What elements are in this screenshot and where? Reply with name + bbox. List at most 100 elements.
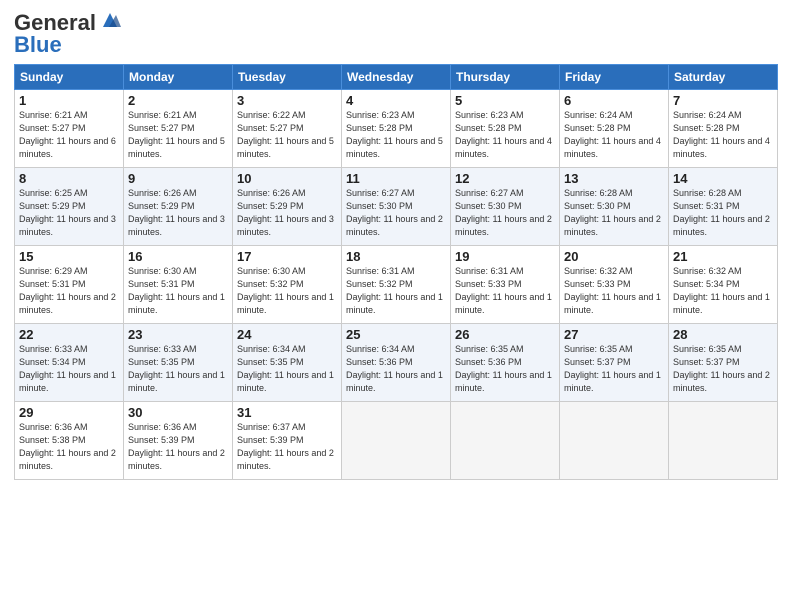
day-number: 3 [237, 93, 337, 108]
logo-blue-text: Blue [14, 32, 62, 58]
day-number: 17 [237, 249, 337, 264]
day-info: Sunrise: 6:27 AMSunset: 5:30 PMDaylight:… [346, 187, 446, 239]
day-info: Sunrise: 6:34 AMSunset: 5:35 PMDaylight:… [237, 343, 337, 395]
day-number: 31 [237, 405, 337, 420]
day-info: Sunrise: 6:22 AMSunset: 5:27 PMDaylight:… [237, 109, 337, 161]
day-number: 13 [564, 171, 664, 186]
calendar-cell: 11Sunrise: 6:27 AMSunset: 5:30 PMDayligh… [342, 168, 451, 246]
calendar-cell [342, 402, 451, 480]
day-info: Sunrise: 6:31 AMSunset: 5:33 PMDaylight:… [455, 265, 555, 317]
day-info: Sunrise: 6:24 AMSunset: 5:28 PMDaylight:… [564, 109, 664, 161]
col-tuesday: Tuesday [233, 65, 342, 90]
calendar-cell [451, 402, 560, 480]
day-number: 10 [237, 171, 337, 186]
calendar-cell: 3Sunrise: 6:22 AMSunset: 5:27 PMDaylight… [233, 90, 342, 168]
day-number: 25 [346, 327, 446, 342]
calendar-cell: 4Sunrise: 6:23 AMSunset: 5:28 PMDaylight… [342, 90, 451, 168]
day-info: Sunrise: 6:21 AMSunset: 5:27 PMDaylight:… [128, 109, 228, 161]
calendar-cell: 9Sunrise: 6:26 AMSunset: 5:29 PMDaylight… [124, 168, 233, 246]
col-monday: Monday [124, 65, 233, 90]
day-info: Sunrise: 6:36 AMSunset: 5:39 PMDaylight:… [128, 421, 228, 473]
logo: General Blue [14, 10, 121, 58]
col-wednesday: Wednesday [342, 65, 451, 90]
calendar-cell: 31Sunrise: 6:37 AMSunset: 5:39 PMDayligh… [233, 402, 342, 480]
col-sunday: Sunday [15, 65, 124, 90]
day-number: 1 [19, 93, 119, 108]
calendar-week-row: 15Sunrise: 6:29 AMSunset: 5:31 PMDayligh… [15, 246, 778, 324]
day-info: Sunrise: 6:32 AMSunset: 5:33 PMDaylight:… [564, 265, 664, 317]
day-info: Sunrise: 6:35 AMSunset: 5:36 PMDaylight:… [455, 343, 555, 395]
calendar-cell: 8Sunrise: 6:25 AMSunset: 5:29 PMDaylight… [15, 168, 124, 246]
day-info: Sunrise: 6:34 AMSunset: 5:36 PMDaylight:… [346, 343, 446, 395]
day-info: Sunrise: 6:28 AMSunset: 5:30 PMDaylight:… [564, 187, 664, 239]
calendar-cell: 25Sunrise: 6:34 AMSunset: 5:36 PMDayligh… [342, 324, 451, 402]
day-number: 30 [128, 405, 228, 420]
calendar-cell: 10Sunrise: 6:26 AMSunset: 5:29 PMDayligh… [233, 168, 342, 246]
calendar-week-row: 8Sunrise: 6:25 AMSunset: 5:29 PMDaylight… [15, 168, 778, 246]
calendar-cell: 1Sunrise: 6:21 AMSunset: 5:27 PMDaylight… [15, 90, 124, 168]
day-info: Sunrise: 6:29 AMSunset: 5:31 PMDaylight:… [19, 265, 119, 317]
day-number: 7 [673, 93, 773, 108]
day-info: Sunrise: 6:21 AMSunset: 5:27 PMDaylight:… [19, 109, 119, 161]
calendar-week-row: 1Sunrise: 6:21 AMSunset: 5:27 PMDaylight… [15, 90, 778, 168]
col-friday: Friday [560, 65, 669, 90]
calendar-cell: 7Sunrise: 6:24 AMSunset: 5:28 PMDaylight… [669, 90, 778, 168]
calendar-cell: 12Sunrise: 6:27 AMSunset: 5:30 PMDayligh… [451, 168, 560, 246]
calendar-header-row: Sunday Monday Tuesday Wednesday Thursday… [15, 65, 778, 90]
day-info: Sunrise: 6:31 AMSunset: 5:32 PMDaylight:… [346, 265, 446, 317]
calendar-cell: 30Sunrise: 6:36 AMSunset: 5:39 PMDayligh… [124, 402, 233, 480]
day-number: 26 [455, 327, 555, 342]
day-info: Sunrise: 6:23 AMSunset: 5:28 PMDaylight:… [346, 109, 446, 161]
day-info: Sunrise: 6:37 AMSunset: 5:39 PMDaylight:… [237, 421, 337, 473]
day-number: 18 [346, 249, 446, 264]
day-number: 28 [673, 327, 773, 342]
calendar-cell: 22Sunrise: 6:33 AMSunset: 5:34 PMDayligh… [15, 324, 124, 402]
day-info: Sunrise: 6:27 AMSunset: 5:30 PMDaylight:… [455, 187, 555, 239]
calendar-cell: 29Sunrise: 6:36 AMSunset: 5:38 PMDayligh… [15, 402, 124, 480]
calendar-cell: 15Sunrise: 6:29 AMSunset: 5:31 PMDayligh… [15, 246, 124, 324]
day-number: 29 [19, 405, 119, 420]
main-container: General Blue Sunday Monday Tuesday Wedne… [0, 0, 792, 488]
day-number: 11 [346, 171, 446, 186]
day-info: Sunrise: 6:35 AMSunset: 5:37 PMDaylight:… [564, 343, 664, 395]
day-number: 21 [673, 249, 773, 264]
day-info: Sunrise: 6:23 AMSunset: 5:28 PMDaylight:… [455, 109, 555, 161]
page-header: General Blue [14, 10, 778, 58]
day-number: 4 [346, 93, 446, 108]
calendar-table: Sunday Monday Tuesday Wednesday Thursday… [14, 64, 778, 480]
day-number: 2 [128, 93, 228, 108]
day-number: 6 [564, 93, 664, 108]
day-info: Sunrise: 6:32 AMSunset: 5:34 PMDaylight:… [673, 265, 773, 317]
day-number: 8 [19, 171, 119, 186]
calendar-cell: 28Sunrise: 6:35 AMSunset: 5:37 PMDayligh… [669, 324, 778, 402]
calendar-cell: 2Sunrise: 6:21 AMSunset: 5:27 PMDaylight… [124, 90, 233, 168]
day-number: 23 [128, 327, 228, 342]
day-info: Sunrise: 6:33 AMSunset: 5:35 PMDaylight:… [128, 343, 228, 395]
calendar-week-row: 22Sunrise: 6:33 AMSunset: 5:34 PMDayligh… [15, 324, 778, 402]
day-info: Sunrise: 6:36 AMSunset: 5:38 PMDaylight:… [19, 421, 119, 473]
calendar-cell: 27Sunrise: 6:35 AMSunset: 5:37 PMDayligh… [560, 324, 669, 402]
day-number: 20 [564, 249, 664, 264]
day-info: Sunrise: 6:25 AMSunset: 5:29 PMDaylight:… [19, 187, 119, 239]
calendar-cell: 21Sunrise: 6:32 AMSunset: 5:34 PMDayligh… [669, 246, 778, 324]
day-number: 16 [128, 249, 228, 264]
day-number: 27 [564, 327, 664, 342]
calendar-cell: 14Sunrise: 6:28 AMSunset: 5:31 PMDayligh… [669, 168, 778, 246]
day-info: Sunrise: 6:26 AMSunset: 5:29 PMDaylight:… [237, 187, 337, 239]
day-number: 12 [455, 171, 555, 186]
day-info: Sunrise: 6:33 AMSunset: 5:34 PMDaylight:… [19, 343, 119, 395]
day-number: 22 [19, 327, 119, 342]
calendar-cell: 24Sunrise: 6:34 AMSunset: 5:35 PMDayligh… [233, 324, 342, 402]
logo-icon [99, 11, 121, 31]
day-info: Sunrise: 6:30 AMSunset: 5:32 PMDaylight:… [237, 265, 337, 317]
day-number: 5 [455, 93, 555, 108]
calendar-cell: 18Sunrise: 6:31 AMSunset: 5:32 PMDayligh… [342, 246, 451, 324]
calendar-cell [669, 402, 778, 480]
col-saturday: Saturday [669, 65, 778, 90]
calendar-cell: 23Sunrise: 6:33 AMSunset: 5:35 PMDayligh… [124, 324, 233, 402]
day-number: 24 [237, 327, 337, 342]
calendar-cell: 6Sunrise: 6:24 AMSunset: 5:28 PMDaylight… [560, 90, 669, 168]
calendar-cell: 13Sunrise: 6:28 AMSunset: 5:30 PMDayligh… [560, 168, 669, 246]
calendar-cell: 20Sunrise: 6:32 AMSunset: 5:33 PMDayligh… [560, 246, 669, 324]
col-thursday: Thursday [451, 65, 560, 90]
